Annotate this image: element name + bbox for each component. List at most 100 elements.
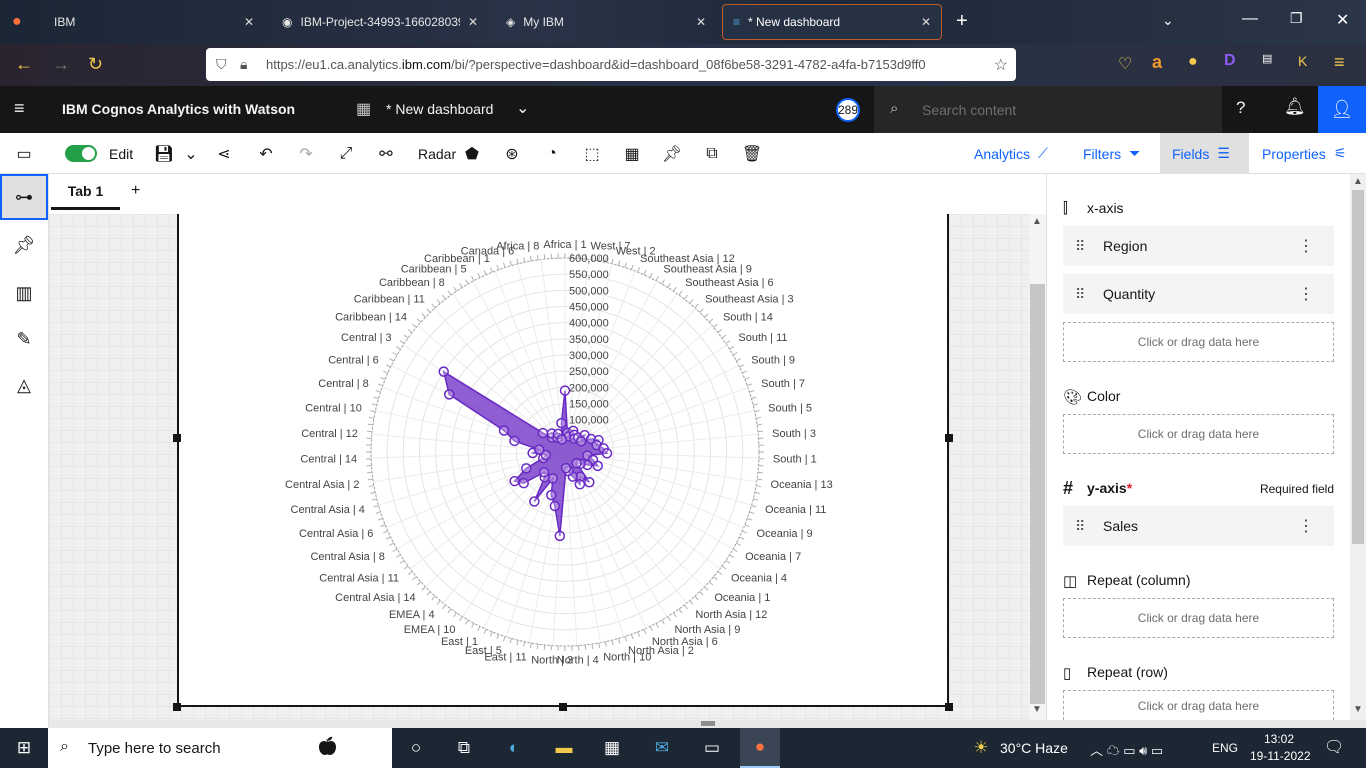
duplicate-icon[interactable]: ⧉: [700, 133, 724, 174]
user-avatar-icon[interactable]: 👤︎: [1318, 86, 1366, 133]
table-icon[interactable]: ▦: [620, 133, 644, 174]
notifications-icon[interactable]: 🗨︎: [1324, 737, 1344, 757]
visualizations-icon[interactable]: ▥: [0, 270, 48, 316]
visualization-type-label[interactable]: Radar: [418, 133, 456, 174]
file-explorer-icon[interactable]: ▬: [544, 728, 584, 768]
hamburger-icon[interactable]: ≡: [14, 98, 25, 119]
resize-handle-bottom-left[interactable]: [173, 703, 181, 711]
firefox-taskbar-icon[interactable]: ●: [740, 728, 780, 768]
notification-badge[interactable]: 289: [836, 98, 860, 122]
star-icon[interactable]: ☆: [993, 55, 1008, 75]
field-sales[interactable]: ⠿ Sales ⋮: [1063, 506, 1334, 546]
tab-analytics[interactable]: Analytics ⟋: [962, 133, 1060, 174]
panel-scrollbar[interactable]: ▲ ▼: [1350, 174, 1366, 720]
close-icon[interactable]: ✕: [468, 15, 478, 29]
canvas-scrollbar[interactable]: ▲ ▼: [1029, 214, 1046, 720]
extension-icon[interactable]: ●: [1188, 53, 1198, 71]
app-icon[interactable]: ▭: [692, 728, 732, 768]
system-tray-icons[interactable]: ︿ ☁ ▭ 🔊︎ ▭: [1090, 740, 1163, 759]
reload-icon[interactable]: ↻: [88, 54, 103, 75]
color-drop-zone[interactable]: Click or drag data here: [1063, 414, 1334, 454]
forward-icon[interactable]: →: [52, 54, 70, 75]
tab-fields[interactable]: Fields ☰: [1160, 133, 1249, 174]
close-window-icon[interactable]: ✕: [1336, 10, 1349, 30]
connection-icon[interactable]: ⚯: [372, 133, 400, 174]
browser-tab-dashboard[interactable]: ≡ * New dashboard ✕: [722, 4, 942, 40]
chevron-down-icon[interactable]: ⌄: [516, 98, 529, 118]
add-tab-button[interactable]: +: [131, 182, 140, 200]
notification-bell-icon[interactable]: 🔔︎: [1284, 97, 1306, 117]
tab-properties[interactable]: Properties ⚟: [1250, 133, 1358, 174]
horizontal-scrollbar[interactable]: [49, 720, 1366, 728]
resize-handle-left[interactable]: [173, 434, 181, 442]
browser-tab-myibm[interactable]: ◈ My IBM ✕: [496, 4, 716, 40]
pin-icon[interactable]: 📌︎: [660, 133, 684, 174]
expand-icon[interactable]: ⤢: [332, 133, 360, 174]
search-input[interactable]: ⌕ Search content: [874, 86, 1222, 133]
widgets-icon[interactable]: ✎: [0, 316, 48, 362]
close-icon[interactable]: ✕: [696, 15, 706, 29]
windows-start-icon[interactable]: ⊞: [0, 728, 48, 768]
extension-k-icon[interactable]: K: [1298, 53, 1307, 69]
repeat-column-drop-zone[interactable]: Click or drag data here: [1063, 598, 1334, 638]
amazon-icon[interactable]: a: [1152, 52, 1162, 73]
menu-icon[interactable]: ≡: [1334, 52, 1345, 73]
data-tree-icon[interactable]: ⊶: [0, 174, 48, 220]
clock-date[interactable]: 19-11-2022: [1250, 749, 1311, 763]
browser-tab-ibm[interactable]: IBM ✕: [44, 4, 264, 40]
taskbar-search-input[interactable]: ⌕ Type here to search 🍎︎: [48, 728, 392, 768]
cortana-icon[interactable]: ○: [396, 728, 436, 768]
resize-handle-right[interactable]: [945, 434, 953, 442]
redo-icon[interactable]: ↷: [292, 133, 320, 174]
radar-chart-widget[interactable]: 100,000 150,000 200,000 250,000 300,000 350,0…: [177, 214, 949, 707]
resize-handle-bottom-right[interactable]: [945, 703, 953, 711]
delete-icon[interactable]: 🗑︎: [740, 133, 764, 174]
field-region[interactable]: ⠿ Region ⋮: [1063, 226, 1334, 266]
globe-icon[interactable]: ⊛: [500, 133, 524, 174]
task-view-icon[interactable]: ⧉: [444, 728, 484, 768]
drag-handle-icon[interactable]: ⠿: [1075, 238, 1085, 255]
restore-icon[interactable]: ❐: [1290, 10, 1303, 27]
xaxis-drop-zone[interactable]: Click or drag data here: [1063, 322, 1334, 362]
select-icon[interactable]: ⬚: [580, 133, 604, 174]
radar-icon[interactable]: ⬟: [460, 133, 484, 174]
undo-icon[interactable]: ↶: [252, 133, 280, 174]
share-icon[interactable]: ⋖: [210, 133, 238, 174]
chevron-down-icon[interactable]: ⌄: [180, 133, 202, 174]
tab-filters[interactable]: Filters ⏷: [1071, 133, 1152, 174]
clock-time[interactable]: 13:02: [1264, 732, 1294, 746]
field-quantity[interactable]: ⠿ Quantity ⋮: [1063, 274, 1334, 314]
minimize-icon[interactable]: —: [1242, 10, 1258, 28]
edit-toggle[interactable]: [65, 145, 97, 162]
assistant-icon[interactable]: ◬: [0, 362, 48, 408]
store-icon[interactable]: ▦: [592, 728, 632, 768]
language-indicator[interactable]: ENG: [1212, 741, 1238, 755]
close-icon[interactable]: ✕: [244, 15, 254, 29]
sync-icon[interactable]: ◔: [540, 133, 564, 174]
overflow-menu-icon[interactable]: ⋮: [1298, 516, 1314, 536]
mail-icon[interactable]: ✉: [642, 728, 682, 768]
pocket-icon[interactable]: ♡: [1118, 54, 1132, 74]
tab-1[interactable]: Tab 1: [51, 174, 120, 210]
help-icon[interactable]: ?: [1236, 98, 1245, 118]
new-tab-icon[interactable]: +: [956, 10, 968, 33]
extension-desc-icon[interactable]: ▤: [1262, 52, 1272, 65]
browser-tab-github[interactable]: ◉ IBM-Project-34993-1660280397 ✕: [272, 4, 488, 40]
dashboard-title[interactable]: * New dashboard: [386, 101, 493, 117]
drag-handle-icon[interactable]: ⠿: [1075, 518, 1085, 535]
overflow-menu-icon[interactable]: ⋮: [1298, 236, 1314, 256]
repeat-row-drop-zone[interactable]: Click or drag data here: [1063, 690, 1334, 720]
close-icon[interactable]: ✕: [921, 15, 931, 29]
weather-text[interactable]: 30°C Haze: [1000, 740, 1068, 756]
url-field[interactable]: ⛉ 🔒︎ https://eu1.ca.analytics. ibm.com/bi…: [206, 48, 1016, 81]
comment-icon[interactable]: ▭: [8, 133, 40, 174]
chevron-down-icon[interactable]: ⌄: [1162, 12, 1174, 29]
drag-handle-icon[interactable]: ⠿: [1075, 286, 1085, 303]
back-icon[interactable]: ←: [15, 54, 33, 75]
extension-d-icon[interactable]: D: [1224, 52, 1236, 70]
pin-icon[interactable]: 📌︎: [0, 222, 48, 268]
overflow-menu-icon[interactable]: ⋮: [1298, 284, 1314, 304]
edge-icon[interactable]: ◐: [494, 728, 534, 768]
save-icon[interactable]: 💾︎: [150, 133, 178, 174]
resize-handle-bottom[interactable]: [559, 703, 567, 711]
